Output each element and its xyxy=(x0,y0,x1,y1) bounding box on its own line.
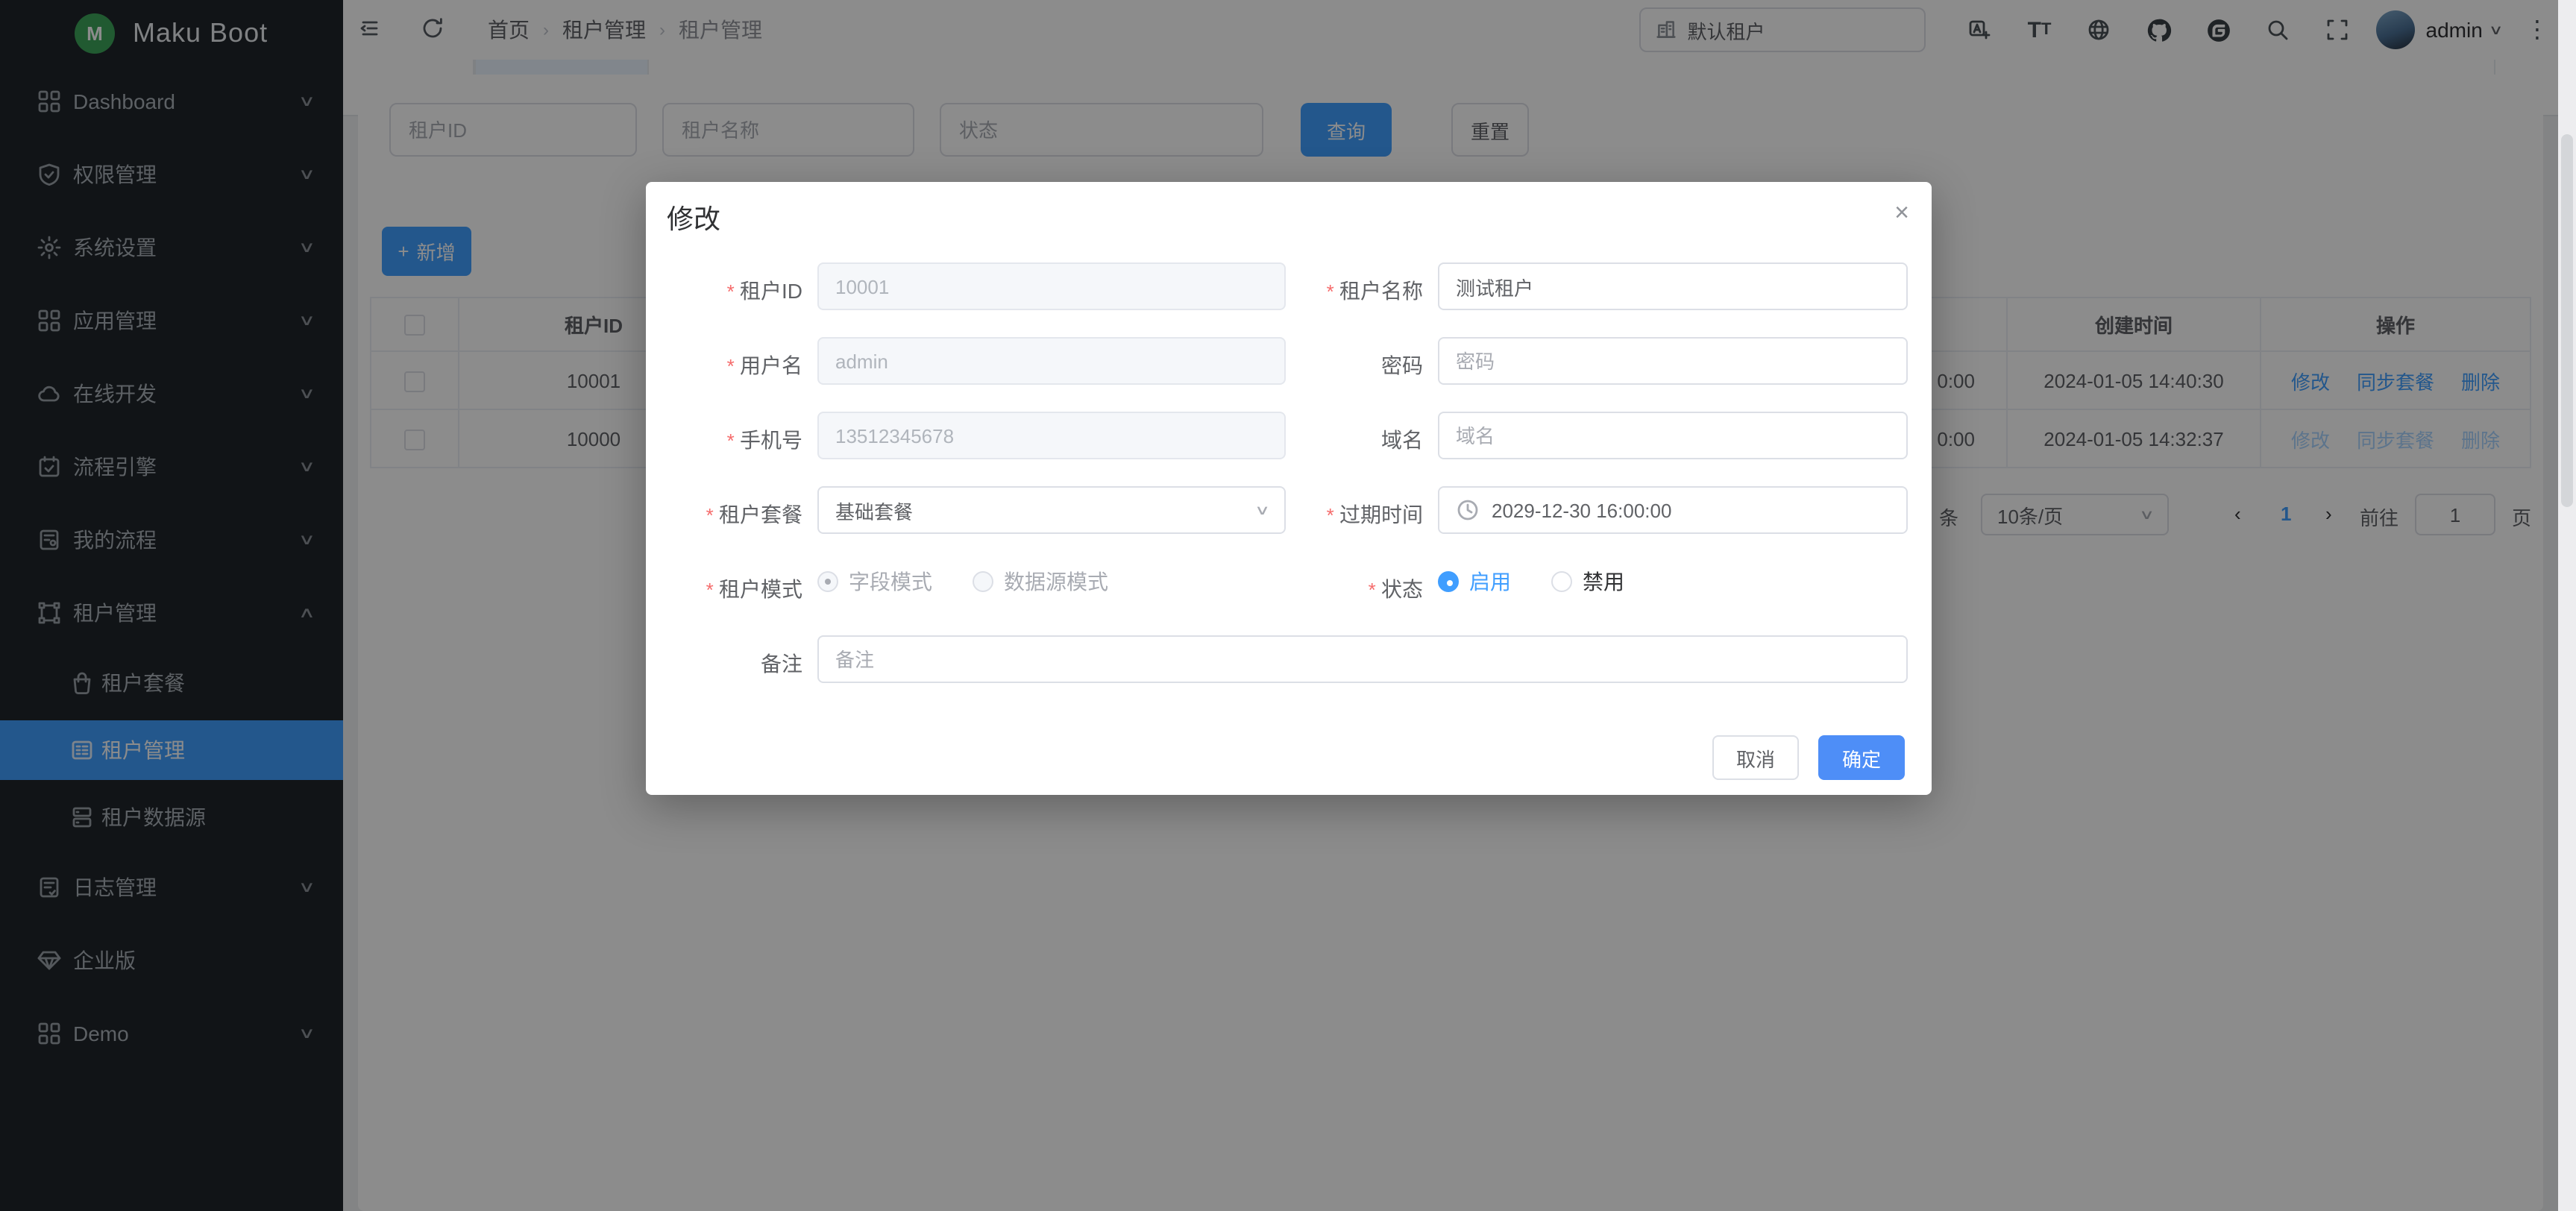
close-icon[interactable]: × xyxy=(1894,200,1909,225)
dialog-title: 修改 xyxy=(667,198,720,237)
dialog-footer: 取消 确定 xyxy=(1712,735,1905,780)
clock-icon xyxy=(1456,498,1480,522)
radio-disabled[interactable]: 禁用 xyxy=(1551,567,1624,597)
mode-radio-group: 字段模式 数据源模式 xyxy=(817,567,1149,597)
field-label-password: 密码 xyxy=(1295,350,1423,380)
username-input xyxy=(817,337,1286,385)
radio-datasource-mode: 数据源模式 xyxy=(973,567,1108,597)
status-radio-group: 启用 禁用 xyxy=(1438,567,1665,597)
field-label-package: 租户套餐 xyxy=(685,500,802,529)
field-label-tenant-name: 租户名称 xyxy=(1295,276,1423,306)
field-label-tenant-id: 租户ID xyxy=(685,276,802,306)
radio-icon xyxy=(817,571,838,592)
radio-icon xyxy=(973,571,993,592)
cancel-button[interactable]: 取消 xyxy=(1712,735,1799,780)
radio-icon xyxy=(1551,571,1572,592)
remark-input[interactable] xyxy=(817,635,1908,683)
domain-input[interactable] xyxy=(1438,412,1908,459)
scrollbar-thumb[interactable] xyxy=(2561,134,2573,507)
field-label-mobile: 手机号 xyxy=(685,425,802,455)
edit-tenant-dialog: 修改 × 租户ID 租户名称 用户名 密码 手机号 域名 xyxy=(646,182,1932,795)
radio-enabled[interactable]: 启用 xyxy=(1438,567,1511,597)
app-root: M Maku Boot Dashboard ∨ 权限管理 ∨ 系统设置 ∨ 应 xyxy=(0,0,2576,1211)
radio-icon xyxy=(1438,571,1459,592)
field-label-expire: 过期时间 xyxy=(1295,500,1423,529)
tenant-name-input[interactable] xyxy=(1438,262,1908,310)
dialog-form: 租户ID 租户名称 用户名 密码 手机号 域名 租户套餐 xyxy=(646,262,1932,710)
password-input[interactable] xyxy=(1438,337,1908,385)
expire-datetime-picker[interactable]: 2029-12-30 16:00:00 xyxy=(1438,486,1908,534)
tenant-id-input xyxy=(817,262,1286,310)
field-label-remark: 备注 xyxy=(685,649,802,679)
radio-field-mode: 字段模式 xyxy=(817,567,932,597)
field-label-mode: 租户模式 xyxy=(685,574,802,604)
confirm-button[interactable]: 确定 xyxy=(1818,735,1905,780)
field-label-username: 用户名 xyxy=(685,350,802,380)
page-scrollbar[interactable] xyxy=(2558,0,2576,1211)
mobile-input xyxy=(817,412,1286,459)
field-label-status: 状态 xyxy=(1295,574,1423,604)
field-label-domain: 域名 xyxy=(1295,425,1423,455)
chevron-down-icon: ∨ xyxy=(1255,502,1271,518)
package-select[interactable]: 基础套餐 ∨ xyxy=(817,486,1286,534)
